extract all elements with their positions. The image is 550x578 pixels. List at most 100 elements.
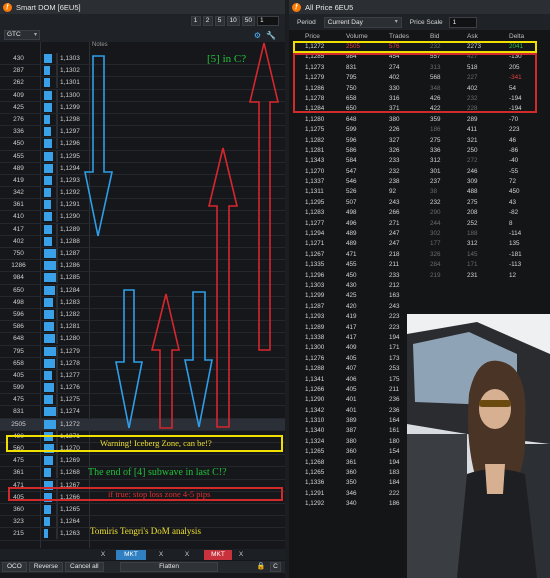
- trades-cell: 161: [389, 427, 400, 435]
- table-row[interactable]: 1,1271 489 247 177 312 135: [289, 239, 550, 249]
- price-cell: 1,1341: [305, 375, 325, 383]
- trades-cell: 326: [389, 146, 400, 154]
- trades-cell: 247: [389, 230, 400, 238]
- price-cell: 1,1340: [305, 427, 325, 435]
- oco-button[interactable]: OCO: [2, 562, 27, 572]
- table-row[interactable]: 1,1343 584 233 312 272 -40: [289, 156, 550, 166]
- cancel-sell-orders-button[interactable]: X: [236, 550, 246, 560]
- trades-cell: 186: [389, 500, 400, 508]
- market-buy-button[interactable]: MKT: [116, 549, 146, 560]
- ask-cell: 272: [467, 157, 478, 165]
- price-cell: 1,1343: [305, 157, 325, 165]
- table-row[interactable]: 1,1281 586 326 336 250 -86: [289, 146, 550, 156]
- ask-cell: 309: [467, 178, 478, 186]
- price-cell: 1,1265: [305, 469, 325, 477]
- table-row[interactable]: 1,1303 430 212: [289, 281, 550, 291]
- table-row[interactable]: 1,1337 546 238 237 309 72: [289, 177, 550, 187]
- volume-cell: 405: [346, 385, 357, 393]
- bid-cell: 244: [430, 219, 441, 227]
- table-row[interactable]: 1,1280 648 380 359 289 -70: [289, 115, 550, 125]
- volume-cell: 406: [346, 375, 357, 383]
- volume-cell: 420: [346, 302, 357, 310]
- volume-cell: 350: [346, 479, 357, 487]
- volume-cell: 496: [346, 219, 357, 227]
- bid-cell: 232: [430, 198, 441, 206]
- volume-cell: 417: [346, 323, 357, 331]
- lock-icon[interactable]: 🔒: [256, 562, 266, 572]
- volume-cell: 340: [346, 500, 357, 508]
- delta-cell: -114: [509, 230, 522, 238]
- volume-cell: 409: [346, 344, 357, 352]
- price-cell: 1,1303: [305, 281, 325, 289]
- table-row[interactable]: 1,1270 547 232 301 246 -55: [289, 167, 550, 177]
- annotation-credit: Tomiris Tengri's DoM analysis: [90, 526, 201, 536]
- price-cell: 1,1266: [305, 385, 325, 393]
- bid-header[interactable]: Bid: [430, 33, 439, 40]
- cancel-all-button[interactable]: Cancel all: [65, 562, 104, 572]
- trades-cell: 223: [389, 313, 400, 321]
- cancel-orders-button[interactable]: X: [156, 550, 166, 560]
- table-row[interactable]: 1,1294 489 247 302 188 -114: [289, 229, 550, 239]
- price-header[interactable]: Price: [305, 33, 320, 40]
- price-scale-input[interactable]: 1: [448, 16, 477, 28]
- delta-cell: 46: [509, 136, 517, 144]
- price-cell: 1,1290: [305, 396, 325, 404]
- cancel-buy-orders-button[interactable]: X: [98, 550, 108, 560]
- trades-cell: 236: [389, 396, 400, 404]
- table-row[interactable]: 1,1282 596 327 275 321 46: [289, 136, 550, 146]
- delta-cell: 43: [509, 198, 517, 206]
- trades-cell: 184: [389, 479, 400, 487]
- red-up-arrow: [207, 147, 239, 428]
- price-cell: 1,1324: [305, 437, 325, 445]
- table-row[interactable]: 1,1277 496 271 244 252 8: [289, 219, 550, 229]
- price-cell: 1,1311: [305, 188, 324, 196]
- price-cell: 1,1268: [305, 458, 325, 466]
- delta-header[interactable]: Delta: [509, 33, 524, 40]
- table-row[interactable]: 1,1287 420 243: [289, 302, 550, 312]
- table-row[interactable]: 1,1267 471 218 326 145 -181: [289, 250, 550, 260]
- volume-cell: 425: [346, 292, 357, 300]
- price-cell: 1,1288: [305, 365, 325, 373]
- dom-footer: OCO Reverse Cancel all Flatten 🔒 C: [0, 561, 285, 573]
- trades-cell: 92: [389, 188, 397, 196]
- table-row[interactable]: 1,1275 599 226 186 411 223: [289, 125, 550, 135]
- cancel-orders-button[interactable]: X: [182, 550, 192, 560]
- delta-cell: 223: [509, 126, 520, 134]
- table-row[interactable]: 1,1283 498 266 290 208 -82: [289, 208, 550, 218]
- price-cell: 1,1293: [305, 313, 325, 321]
- center-button[interactable]: C: [270, 562, 281, 572]
- max-volume-highlight-box: [293, 41, 537, 53]
- delta-cell: -113: [509, 261, 522, 269]
- trades-header[interactable]: Trades: [389, 33, 409, 40]
- trades-cell: 247: [389, 240, 400, 248]
- volume-cell: 546: [346, 178, 357, 186]
- volume-cell: 419: [346, 313, 357, 321]
- table-row[interactable]: 1,1299 425 163: [289, 291, 550, 301]
- reverse-button[interactable]: Reverse: [28, 562, 64, 572]
- trades-cell: 154: [389, 448, 400, 456]
- price-cell: 1,1275: [305, 126, 325, 134]
- volume-header[interactable]: Volume: [346, 33, 368, 40]
- price-cell: 1,1292: [305, 500, 325, 508]
- table-row[interactable]: 1,1295 507 243 232 275 43: [289, 198, 550, 208]
- annotation-warning: Warning! Iceberg Zone, can be!?: [100, 438, 212, 448]
- price-cell: 1,1295: [305, 198, 325, 206]
- market-sell-button[interactable]: MKT: [204, 549, 232, 560]
- flatten-button[interactable]: Flatten: [120, 562, 218, 572]
- price-cell: 1,1296: [305, 271, 325, 279]
- trades-cell: 180: [389, 437, 400, 445]
- ask-cell: 488: [467, 188, 478, 196]
- volume-cell: 599: [346, 126, 357, 134]
- price-cell: 1,1294: [305, 230, 325, 238]
- trades-cell: 380: [389, 115, 400, 123]
- bid-cell: 336: [430, 146, 441, 154]
- table-row[interactable]: 1,1335 455 211 284 171 -113: [289, 260, 550, 270]
- price-cell: 1,1283: [305, 209, 325, 217]
- table-row[interactable]: 1,1296 450 233 219 231 12: [289, 271, 550, 281]
- app-logo-icon: ƒ: [292, 2, 301, 12]
- ask-header[interactable]: Ask: [467, 33, 478, 40]
- table-row[interactable]: 1,1311 526 92 38 488 450: [289, 187, 550, 197]
- bid-cell: 38: [430, 188, 438, 196]
- price-cell: 1,1310: [305, 417, 325, 425]
- period-select[interactable]: Current Day: [323, 16, 402, 28]
